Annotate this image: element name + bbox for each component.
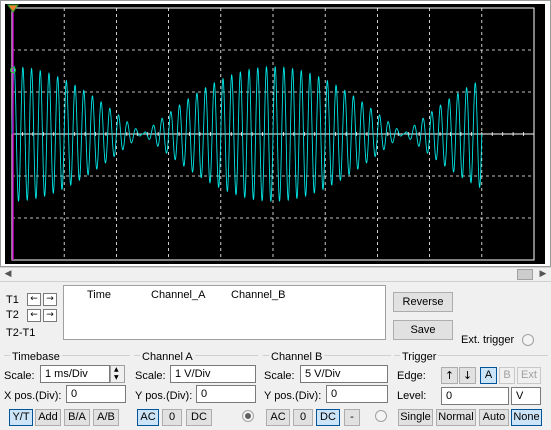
timebase-xpos-field[interactable]: 0 xyxy=(66,385,126,403)
channel-a-ac-button[interactable]: AC xyxy=(137,409,159,426)
ext-trigger-radio[interactable] xyxy=(522,334,534,346)
spinner-up-icon[interactable]: ▲ xyxy=(114,366,119,374)
cursor-readout-table: Time Channel_A Channel_B xyxy=(63,285,386,340)
channel-b-scale-label: Scale: xyxy=(264,370,295,382)
channel-b-scale-field[interactable]: 5 V/Div xyxy=(300,365,388,383)
scroll-left-icon[interactable]: ◀ xyxy=(0,268,16,281)
t2-t1-label: T2-T1 xyxy=(6,327,36,339)
channel-b-radio[interactable] xyxy=(375,410,387,422)
channel-a-radio[interactable] xyxy=(242,410,254,422)
trigger-source-ext-button[interactable]: Ext xyxy=(517,367,541,384)
timebase-scale-field[interactable]: 1 ms/Div xyxy=(40,365,110,383)
t2-left-arrow-icon[interactable]: ← xyxy=(27,309,41,322)
timebase-scale-label: Scale: xyxy=(4,370,35,382)
channel-a-ypos-field[interactable]: 0 xyxy=(196,385,256,403)
save-button[interactable]: Save xyxy=(393,320,453,340)
channel-a-zero-button[interactable]: 0 xyxy=(162,409,182,426)
trigger-rising-edge-icon[interactable]: ↑ xyxy=(441,367,458,384)
readout-header-channel-b: Channel_B xyxy=(231,289,286,301)
trigger-level-label: Level: xyxy=(397,390,427,402)
channel-b-dc-button[interactable]: DC xyxy=(316,409,340,426)
scope-display xyxy=(0,0,551,267)
trigger-level-field[interactable]: 0 xyxy=(441,387,509,405)
channel-b-zero-button[interactable]: 0 xyxy=(293,409,313,426)
channel-a-dc-button[interactable]: DC xyxy=(186,409,212,426)
timebase-xpos-label: X pos.(Div): xyxy=(4,390,62,402)
horizontal-scrollbar[interactable]: ◀ ▶ xyxy=(0,267,551,282)
timebase-mode-ab-button[interactable]: A/B xyxy=(93,409,119,426)
trigger-edge-label: Edge: xyxy=(397,370,426,382)
trigger-mode-normal-button[interactable]: Normal xyxy=(436,409,476,426)
trigger-level-unit-field[interactable]: V xyxy=(511,387,541,405)
channel-a-scale-label: Scale: xyxy=(135,370,166,382)
channel-b-ypos-label: Y pos.(Div): xyxy=(264,390,322,402)
timebase-title: Timebase xyxy=(10,350,62,364)
trigger-mode-single-button[interactable]: Single xyxy=(398,409,433,426)
trigger-title: Trigger xyxy=(400,350,439,364)
timebase-scale-spinner[interactable]: ▲ ▼ xyxy=(110,365,125,383)
channel-a-title: Channel A xyxy=(140,350,195,364)
trigger-mode-none-button[interactable]: None xyxy=(511,409,542,426)
trigger-mode-auto-button[interactable]: Auto xyxy=(479,409,509,426)
spinner-down-icon[interactable]: ▼ xyxy=(114,374,119,382)
readout-header-channel-a: Channel_A xyxy=(151,289,206,301)
timebase-mode-add-button[interactable]: Add xyxy=(35,409,61,426)
readout-header-time: Time xyxy=(87,289,112,301)
timebase-mode-yt-button[interactable]: Y/T xyxy=(9,409,33,426)
channel-a-ypos-label: Y pos.(Div): xyxy=(135,390,193,402)
t1-label: T1 xyxy=(6,294,19,306)
channel-b-title: Channel B xyxy=(269,350,325,364)
scope-screen xyxy=(5,4,545,264)
t2-label: T2 xyxy=(6,309,19,321)
trigger-source-a-button[interactable]: A xyxy=(480,367,497,384)
scroll-thumb[interactable] xyxy=(517,269,533,280)
trigger-falling-edge-icon[interactable]: ↓ xyxy=(459,367,476,384)
trigger-source-b-button[interactable]: B xyxy=(499,367,515,384)
ext-trigger-label: Ext. trigger xyxy=(461,334,515,346)
channel-b-ypos-field[interactable]: 0 xyxy=(326,385,388,403)
timebase-mode-ba-button[interactable]: B/A xyxy=(64,409,90,426)
scroll-right-icon[interactable]: ▶ xyxy=(535,268,551,281)
reverse-button[interactable]: Reverse xyxy=(393,292,453,312)
t2-right-arrow-icon[interactable]: → xyxy=(43,309,57,322)
channel-b-ac-button[interactable]: AC xyxy=(266,409,290,426)
t1-left-arrow-icon[interactable]: ← xyxy=(27,293,41,306)
channel-a-scale-field[interactable]: 1 V/Div xyxy=(170,365,256,383)
channel-b-minus-button[interactable]: - xyxy=(344,409,360,426)
t1-right-arrow-icon[interactable]: → xyxy=(43,293,57,306)
